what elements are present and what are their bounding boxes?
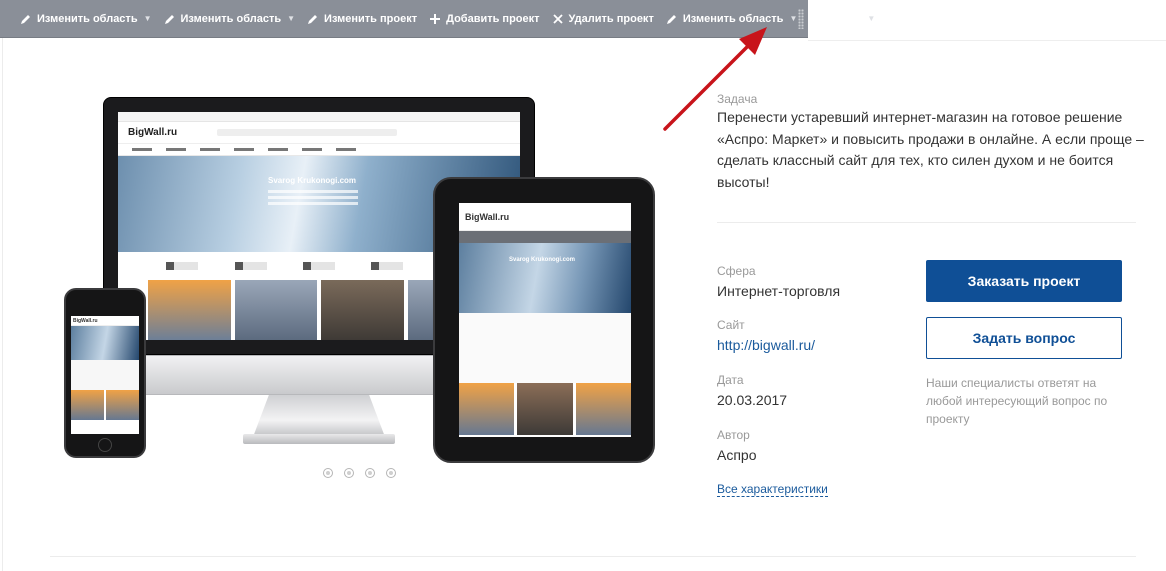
pencil-icon: [666, 14, 676, 24]
pin-button[interactable]: [815, 0, 841, 38]
edit-project-label: Изменить проект: [324, 12, 418, 25]
mockup-site-logo: BigWall.ru: [465, 211, 510, 222]
info-divider: [717, 222, 1136, 223]
pencil-icon: [308, 14, 318, 24]
add-project-label: Добавить проект: [446, 12, 540, 25]
mockup-site-logo: BigWall.ru: [128, 127, 178, 138]
slider-pagination: [323, 468, 396, 478]
author-value: Аспро: [717, 447, 757, 463]
top-divider: [808, 40, 1166, 41]
bottom-divider: [50, 556, 1136, 557]
mockup-hero-title: Svarog Krukonogi.com: [509, 257, 576, 263]
edit-area-button-1[interactable]: Изменить область ▼: [14, 0, 158, 38]
sphere-label: Сфера: [717, 264, 756, 278]
gear-icon: [848, 12, 861, 25]
order-project-button[interactable]: Заказать проект: [926, 260, 1122, 302]
toolbar-drag-handle-icon[interactable]: [798, 9, 804, 29]
site-link[interactable]: http://bigwall.ru/: [717, 337, 815, 353]
delete-project-button[interactable]: Удалить проект: [546, 0, 660, 38]
admin-toolbar: Изменить область ▼ Изменить область ▼ Из…: [0, 0, 875, 38]
support-hint: Наши специалисты ответят на любой интере…: [926, 376, 1108, 426]
chevron-down-icon[interactable]: ▼: [144, 14, 152, 23]
edit-area-button-2[interactable]: Изменить область ▼: [158, 0, 302, 38]
edit-area-label-2: Изменить область: [180, 12, 282, 25]
mockup-hero-title: Svarog Krukonogi.com: [268, 176, 357, 185]
date-label: Дата: [717, 373, 744, 387]
tablet-mockup: BigWall.ru Svarog Krukonogi.com: [433, 177, 655, 463]
edit-area-label-3: Изменить область: [682, 12, 784, 25]
task-description: Перенести устаревший интернет-магазин на…: [717, 109, 1144, 190]
pencil-icon: [164, 14, 174, 24]
site-label: Сайт: [717, 318, 745, 332]
slider-dot-1[interactable]: [323, 468, 333, 478]
phone-mockup: BigWall.ru: [64, 288, 146, 458]
tablet-screen: BigWall.ru Svarog Krukonogi.com: [459, 203, 631, 437]
edit-area-label-1: Изменить область: [37, 12, 138, 25]
author-label: Автор: [717, 428, 750, 442]
slider-dot-3[interactable]: [365, 468, 375, 478]
ask-question-button[interactable]: Задать вопрос: [926, 317, 1122, 359]
slider-dot-2[interactable]: [344, 468, 354, 478]
chevron-down-icon[interactable]: ▼: [789, 14, 797, 23]
page-left-border: [2, 38, 3, 571]
pencil-icon: [21, 14, 30, 24]
delete-project-label: Удалить проект: [568, 12, 654, 25]
sphere-value: Интернет-торговля: [717, 283, 841, 299]
chevron-down-icon[interactable]: ▼: [867, 14, 875, 23]
project-gallery-image: BigWall.ru Svarog Krukonogi.com BigWall.…: [60, 95, 660, 465]
plus-icon: [430, 13, 441, 24]
slider-dot-4[interactable]: [386, 468, 396, 478]
settings-button[interactable]: ▼: [841, 0, 881, 38]
task-label: Задача: [717, 92, 758, 106]
chevron-down-icon[interactable]: ▼: [287, 14, 295, 23]
all-specs-link[interactable]: Все характеристики: [717, 482, 828, 497]
date-value: 20.03.2017: [717, 392, 788, 408]
pin-icon: [825, 12, 832, 25]
edit-area-button-3[interactable]: Изменить область ▼: [660, 0, 804, 38]
mockup-site-logo: BigWall.ru: [71, 316, 139, 326]
phone-screen: BigWall.ru: [71, 316, 139, 434]
close-icon: [552, 13, 563, 24]
edit-project-button[interactable]: Изменить проект: [301, 0, 423, 38]
add-project-button[interactable]: Добавить проект: [423, 0, 545, 38]
